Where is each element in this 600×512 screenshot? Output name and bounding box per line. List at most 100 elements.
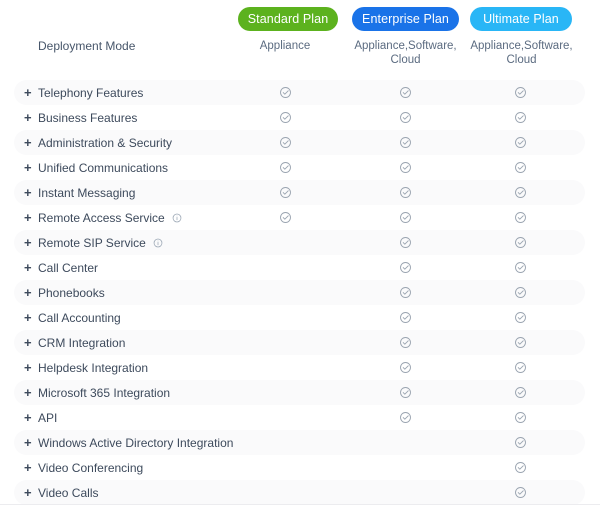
check-circle-icon-enterprise: [396, 155, 414, 180]
feature-toggle-16[interactable]: + Video Conferencing: [24, 455, 143, 480]
check-circle-icon-standard: [276, 205, 294, 230]
check-circle-icon-enterprise: [396, 255, 414, 280]
feature-label: Helpdesk Integration: [38, 360, 149, 375]
feature-label: Phonebooks: [38, 285, 105, 300]
header-deployment-mode: Deployment Mode: [38, 39, 136, 53]
feature-toggle-9[interactable]: + Phonebooks: [24, 280, 105, 305]
check-circle-icon-ultimate: [511, 355, 529, 380]
feature-toggle-4[interactable]: + Unified Communications: [24, 155, 168, 180]
feature-label: Business Features: [38, 110, 138, 125]
table-row[interactable]: + API: [0, 405, 600, 430]
table-row[interactable]: + Call Center: [0, 255, 600, 280]
info-circle-icon[interactable]: [172, 213, 182, 223]
expand-plus-icon: +: [24, 210, 32, 225]
check-circle-icon-ultimate: [511, 280, 529, 305]
check-circle-icon-enterprise: [396, 330, 414, 355]
expand-plus-icon: +: [24, 335, 32, 350]
feature-toggle-5[interactable]: + Instant Messaging: [24, 180, 135, 205]
feature-label: Instant Messaging: [38, 185, 136, 200]
feature-label: Unified Communications: [38, 160, 169, 175]
expand-plus-icon: +: [24, 235, 32, 250]
table-row[interactable]: + Remote SIP Service: [0, 230, 600, 255]
check-circle-icon-ultimate: [511, 80, 529, 105]
feature-label: Telephony Features: [38, 85, 144, 100]
table-row[interactable]: + Administration & Security: [0, 130, 600, 155]
feature-label: CRM Integration: [38, 335, 126, 350]
expand-plus-icon: +: [24, 135, 32, 150]
plan-pill-enterprise[interactable]: Enterprise Plan: [352, 7, 459, 31]
check-circle-icon-standard: [276, 105, 294, 130]
header-column-standard: Appliance: [259, 40, 311, 52]
feature-toggle-1[interactable]: + Telephony Features: [24, 80, 143, 105]
check-circle-icon-standard: [276, 130, 294, 155]
check-circle-icon-ultimate: [511, 455, 529, 480]
plan-pill-ultimate[interactable]: Ultimate Plan: [470, 7, 572, 31]
plan-pills-row: Standard Plan Enterprise Plan Ultimate P…: [0, 0, 600, 34]
check-circle-icon-ultimate: [511, 155, 529, 180]
table-row[interactable]: + Helpdesk Integration: [0, 355, 600, 380]
table-bottom-border: [0, 504, 600, 505]
feature-toggle-15[interactable]: + Windows Active Directory Integration: [24, 430, 233, 455]
check-circle-icon-enterprise: [396, 205, 414, 230]
check-circle-icon-enterprise: [396, 280, 414, 305]
table-row[interactable]: + Video Calls: [0, 480, 600, 505]
check-circle-icon-enterprise: [396, 380, 414, 405]
feature-toggle-11[interactable]: + CRM Integration: [24, 330, 125, 355]
check-circle-icon-ultimate: [511, 380, 529, 405]
table-row[interactable]: + Video Conferencing: [0, 455, 600, 480]
check-circle-icon-ultimate: [511, 130, 529, 155]
table-row[interactable]: + CRM Integration: [0, 330, 600, 355]
feature-label: Call Accounting: [38, 310, 121, 325]
feature-label: Administration & Security: [38, 135, 173, 150]
feature-toggle-3[interactable]: + Administration & Security: [24, 130, 172, 155]
table-row[interactable]: + Business Features: [0, 105, 600, 130]
check-circle-icon-ultimate: [511, 255, 529, 280]
expand-plus-icon: +: [24, 385, 32, 400]
feature-toggle-6[interactable]: + Remote Access Service: [24, 205, 182, 230]
check-circle-icon-ultimate: [511, 180, 529, 205]
feature-label: Call Center: [38, 260, 99, 275]
feature-label: Video Calls: [38, 485, 99, 500]
table-row[interactable]: + Instant Messaging: [0, 180, 600, 205]
check-circle-icon-standard: [276, 80, 294, 105]
plan-comparison-page: Standard Plan Enterprise Plan Ultimate P…: [0, 0, 600, 512]
table-row[interactable]: + Call Accounting: [0, 305, 600, 330]
check-circle-icon-standard: [276, 155, 294, 180]
check-circle-icon-ultimate: [511, 305, 529, 330]
feature-toggle-10[interactable]: + Call Accounting: [24, 305, 121, 330]
feature-toggle-17[interactable]: + Video Calls: [24, 480, 98, 505]
check-circle-icon-ultimate: [511, 105, 529, 130]
check-circle-icon-enterprise: [396, 105, 414, 130]
table-row[interactable]: + Telephony Features: [0, 80, 600, 105]
feature-toggle-8[interactable]: + Call Center: [24, 255, 98, 280]
table-row[interactable]: + Remote Access Service: [0, 205, 600, 230]
expand-plus-icon: +: [24, 310, 32, 325]
expand-plus-icon: +: [24, 160, 32, 175]
check-circle-icon-enterprise: [396, 130, 414, 155]
plan-pill-standard[interactable]: Standard Plan: [238, 7, 338, 31]
feature-toggle-2[interactable]: + Business Features: [24, 105, 137, 130]
header-column-enterprise: Appliance,Software, Cloud: [354, 40, 457, 66]
check-circle-icon-enterprise: [396, 305, 414, 330]
feature-label: Video Conferencing: [38, 460, 144, 475]
table-row[interactable]: + Unified Communications: [0, 155, 600, 180]
feature-label: API: [38, 410, 58, 425]
check-circle-icon-ultimate: [511, 230, 529, 255]
table-row[interactable]: + Windows Active Directory Integration: [0, 430, 600, 455]
info-circle-icon[interactable]: [153, 238, 163, 248]
expand-plus-icon: +: [24, 260, 32, 275]
feature-label: Microsoft 365 Integration: [38, 385, 171, 400]
check-circle-icon-ultimate: [511, 330, 529, 355]
expand-plus-icon: +: [24, 85, 32, 100]
table-row[interactable]: + Microsoft 365 Integration: [0, 380, 600, 405]
feature-toggle-12[interactable]: + Helpdesk Integration: [24, 355, 148, 380]
expand-plus-icon: +: [24, 110, 32, 125]
check-circle-icon-ultimate: [511, 405, 529, 430]
expand-plus-icon: +: [24, 185, 32, 200]
feature-toggle-13[interactable]: + Microsoft 365 Integration: [24, 380, 170, 405]
feature-toggle-14[interactable]: + API: [24, 405, 57, 430]
feature-toggle-7[interactable]: + Remote SIP Service: [24, 230, 163, 255]
table-row[interactable]: + Phonebooks: [0, 280, 600, 305]
expand-plus-icon: +: [24, 485, 32, 500]
check-circle-icon-standard: [276, 180, 294, 205]
